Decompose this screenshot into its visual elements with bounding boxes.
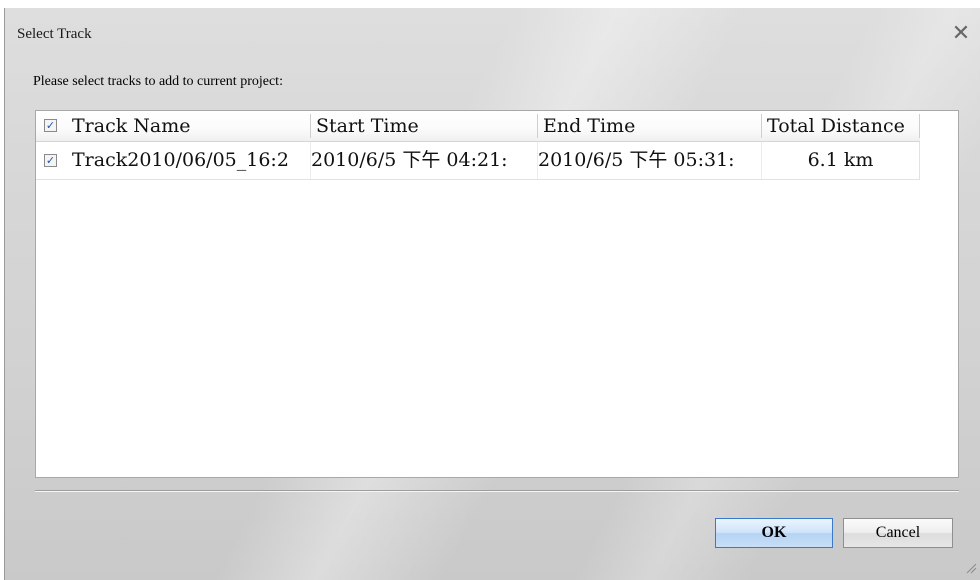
column-divider[interactable] xyxy=(310,114,311,138)
column-divider[interactable] xyxy=(537,114,538,138)
select-track-dialog: Select Track ✕ Please select tracks to a… xyxy=(4,8,980,580)
cancel-button[interactable]: Cancel xyxy=(843,518,953,548)
resize-grip-icon[interactable] xyxy=(963,560,979,576)
select-all-checkbox[interactable]: ✓ xyxy=(44,119,57,132)
cell-end-time: 2010/6/5 下午 05:31: xyxy=(538,149,735,171)
window-title: Select Track xyxy=(17,26,92,42)
cell-track-name: Track2010/06/05_16:2 xyxy=(72,149,289,171)
column-divider[interactable] xyxy=(919,114,920,138)
row-checkbox[interactable]: ✓ xyxy=(44,154,57,167)
column-header-start-time[interactable]: Start Time xyxy=(316,111,538,141)
column-header-total-distance[interactable]: Total Distance xyxy=(767,111,917,141)
ok-button[interactable]: OK xyxy=(715,518,833,548)
column-header-end-time[interactable]: End Time xyxy=(543,111,761,141)
list-header: ✓ Track Name Start Time End Time Total D… xyxy=(36,111,920,142)
footer-divider xyxy=(35,490,959,492)
cell-total-distance: 6.1 km xyxy=(807,149,874,171)
column-header-track-name[interactable]: Track Name xyxy=(72,111,308,141)
cell-start-time: 2010/6/5 下午 04:21: xyxy=(311,149,508,171)
column-divider[interactable] xyxy=(761,114,762,138)
track-list[interactable]: ✓ Track Name Start Time End Time Total D… xyxy=(35,110,959,478)
instruction-text: Please select tracks to add to current p… xyxy=(33,74,283,89)
table-row[interactable]: ✓ Track2010/06/05_16:2 2010/6/5 下午 04:21… xyxy=(36,142,920,180)
close-icon[interactable]: ✕ xyxy=(949,22,973,46)
